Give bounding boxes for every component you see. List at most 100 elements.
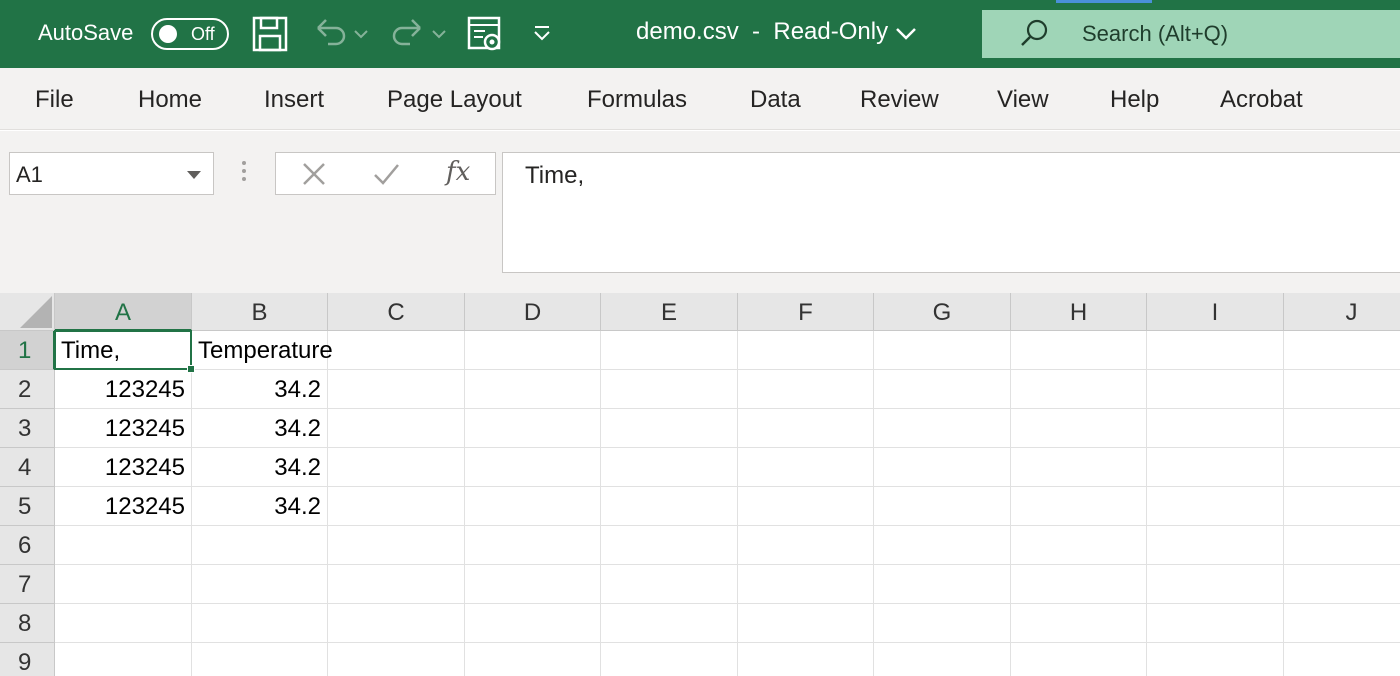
tab-page-layout[interactable]: Page Layout [387,86,522,114]
grid-cell[interactable] [465,487,601,526]
cell-a4[interactable]: 123245 [55,448,192,487]
grid-cell[interactable] [874,331,1011,370]
grid-cell[interactable] [1011,643,1147,676]
grid-cell[interactable] [328,370,465,409]
chevron-down-icon[interactable] [187,171,201,179]
grid-cell[interactable] [1011,565,1147,604]
grid-cell[interactable] [874,643,1011,676]
row-header-9[interactable]: 9 [0,643,55,676]
column-header-d[interactable]: D [465,293,601,331]
cell-a5[interactable]: 123245 [55,487,192,526]
grid-cell[interactable] [465,370,601,409]
grid-cell[interactable] [738,409,874,448]
search-box[interactable]: Search (Alt+Q) [982,0,1400,58]
select-all-button[interactable] [0,293,55,331]
enter-check-icon[interactable] [370,159,402,189]
touch-mode-icon[interactable] [465,14,505,54]
cell-b1[interactable]: Temperature [192,331,333,370]
tab-home[interactable]: Home [138,86,202,114]
grid-cell[interactable] [1147,448,1284,487]
grid-cell[interactable] [55,643,192,676]
grid-cell[interactable] [601,526,738,565]
grid-cell[interactable] [1284,604,1400,643]
insert-function-icon[interactable]: fx [446,157,470,187]
cancel-icon[interactable] [298,159,330,189]
grid-cell[interactable] [1011,448,1147,487]
undo-icon[interactable] [310,14,350,54]
grid-cell[interactable] [601,487,738,526]
grid-cell[interactable] [874,487,1011,526]
grid-cell[interactable] [874,565,1011,604]
grid-cell[interactable] [1284,487,1400,526]
redo-icon[interactable] [388,14,428,54]
grid-cell[interactable] [874,526,1011,565]
cell-a2[interactable]: 123245 [55,370,192,409]
grid-cell[interactable] [601,565,738,604]
grid-cell[interactable] [328,409,465,448]
grid-cell[interactable] [1147,643,1284,676]
grid-cell[interactable] [601,331,738,370]
row-header-3[interactable]: 3 [0,409,55,448]
grid-cell[interactable] [601,604,738,643]
grid-cell[interactable] [1011,331,1147,370]
grid-cell[interactable] [1147,604,1284,643]
grid-cell[interactable] [328,331,465,370]
column-header-c[interactable]: C [328,293,465,331]
chevron-down-icon[interactable] [894,14,918,54]
grid-cell[interactable] [465,409,601,448]
grid-cell[interactable] [192,604,328,643]
grid-cell[interactable] [1147,370,1284,409]
name-box[interactable]: A1 [9,152,214,195]
grid-cell[interactable] [738,370,874,409]
undo-dropdown-chevron-icon[interactable] [352,14,370,54]
customize-qat-icon[interactable] [530,14,554,54]
cell-a1[interactable]: Time, [55,331,192,370]
grid-cell[interactable] [1284,643,1400,676]
tab-data[interactable]: Data [750,86,801,114]
grid-cell[interactable] [1011,526,1147,565]
grid-cell[interactable] [1284,370,1400,409]
grid-cell[interactable] [601,643,738,676]
grid-cell[interactable] [465,643,601,676]
grid-cell[interactable] [738,643,874,676]
grid-cell[interactable] [738,604,874,643]
grid-cell[interactable] [328,448,465,487]
grid-cell[interactable] [601,370,738,409]
grid-cell[interactable] [601,409,738,448]
row-header-5[interactable]: 5 [0,487,55,526]
tab-review[interactable]: Review [860,86,939,114]
grid-cell[interactable] [465,448,601,487]
grid-cell[interactable] [328,487,465,526]
cell-b2[interactable]: 34.2 [192,370,328,409]
grid-cell[interactable] [55,604,192,643]
column-header-g[interactable]: G [874,293,1011,331]
grid-cell[interactable] [1284,526,1400,565]
resize-handle-icon[interactable] [242,161,246,185]
save-icon[interactable] [250,14,290,54]
row-header-4[interactable]: 4 [0,448,55,487]
tab-file[interactable]: File [35,86,74,114]
cell-b5[interactable]: 34.2 [192,487,328,526]
tab-acrobat[interactable]: Acrobat [1220,86,1303,114]
cell-b3[interactable]: 34.2 [192,409,328,448]
grid-cell[interactable] [738,331,874,370]
grid-cell[interactable] [55,565,192,604]
column-header-f[interactable]: F [738,293,874,331]
grid-cell[interactable] [1147,487,1284,526]
grid-cell[interactable] [1147,409,1284,448]
tab-insert[interactable]: Insert [264,86,324,114]
grid-cell[interactable] [192,643,328,676]
cell-b4[interactable]: 34.2 [192,448,328,487]
grid-cell[interactable] [601,448,738,487]
grid-cell[interactable] [465,526,601,565]
tab-formulas[interactable]: Formulas [587,86,687,114]
document-title[interactable]: demo.csv - Read-Only [636,18,888,46]
grid-cell[interactable] [328,643,465,676]
grid-cell[interactable] [465,565,601,604]
grid-cell[interactable] [192,565,328,604]
grid-cell[interactable] [328,604,465,643]
grid-cell[interactable] [874,409,1011,448]
grid-cell[interactable] [738,487,874,526]
column-header-a[interactable]: A [55,293,192,331]
row-header-8[interactable]: 8 [0,604,55,643]
